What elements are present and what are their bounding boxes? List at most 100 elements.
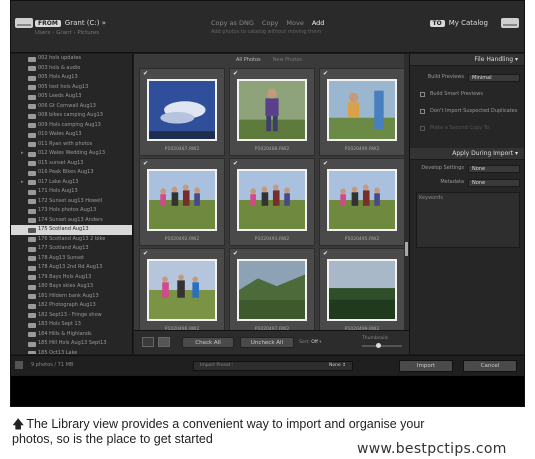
folder-item[interactable]: 005 Hols Aug13: [11, 73, 132, 83]
panel-toggle-icon[interactable]: [15, 361, 23, 369]
folder-item[interactable]: 179 Bays Hols Aug13: [11, 273, 132, 283]
import-button[interactable]: Import: [399, 360, 453, 372]
photo-thumbnail[interactable]: ✔P1020497.RW2: [229, 248, 315, 336]
folder-item[interactable]: 006 Gt Cornwall Aug13: [11, 102, 132, 112]
file-handling-header[interactable]: File Handling ▾: [410, 54, 524, 66]
folder-item[interactable]: 184 Hills & Highlands: [11, 330, 132, 340]
photo-thumbnail[interactable]: ✔P1020496.RW2: [139, 248, 225, 336]
no-duplicates-checkbox[interactable]: Don't Import Suspected Duplicates: [410, 106, 524, 117]
tab-all-photos[interactable]: All Photos: [236, 57, 261, 63]
folder-item[interactable]: 183 Hols Sept 13: [11, 320, 132, 330]
folder-icon: [28, 85, 36, 90]
checkmark-icon[interactable]: ✔: [233, 70, 238, 77]
folder-item[interactable]: 010 Wales Aug13: [11, 130, 132, 140]
second-copy-checkbox[interactable]: Make a Second Copy To:: [410, 123, 524, 134]
uncheck-all-button[interactable]: Uncheck All: [240, 337, 294, 348]
folder-item[interactable]: 011 Ryan with photos: [11, 140, 132, 150]
folder-item[interactable]: 005 test hols Aug13: [11, 83, 132, 93]
metadata-select[interactable]: None: [468, 178, 520, 187]
folder-item[interactable]: 176 Scotland Aug13 2 bike: [11, 235, 132, 245]
destination-selector[interactable]: TO My Catalog: [429, 19, 488, 27]
photo-thumbnail[interactable]: ✔ P1020490.RW2: [319, 68, 405, 156]
checkmark-icon[interactable]: ✔: [323, 160, 328, 167]
sort-control[interactable]: Sort: Off ▾: [299, 340, 322, 345]
lightroom-import-window: FROM Grant (C:) » Users › Grant › Picture…: [10, 0, 525, 407]
folder-item[interactable]: 178 Aug13 2nd Rd Aug13: [11, 263, 132, 273]
folder-item[interactable]: 181 Hildern bank Aug13: [11, 292, 132, 302]
thumbnail-slider-knob[interactable]: [376, 343, 381, 348]
folder-item[interactable]: 173 Hols photos Aug13: [11, 206, 132, 216]
smart-previews-checkbox[interactable]: Build Smart Previews: [410, 89, 524, 100]
import-preset-select[interactable]: Import Preset : None ↕: [193, 361, 353, 371]
photo-thumbnail[interactable]: ✔ P1020488.RW2: [229, 68, 315, 156]
checkmark-icon[interactable]: ✔: [143, 70, 148, 77]
folder-label: 178 Aug13 Sunset: [38, 254, 85, 261]
folder-item[interactable]: 008 bikes camping Aug13: [11, 111, 132, 121]
photo-preview: [327, 259, 397, 321]
folder-icon: [28, 237, 36, 242]
folder-item[interactable]: 002 hols updates: [11, 54, 132, 64]
folder-item[interactable]: 003 hols & audio: [11, 64, 132, 74]
photo-thumbnail[interactable]: ✔ P1020493.RW2: [229, 158, 315, 246]
folder-icon: [28, 75, 36, 81]
mode-move[interactable]: Move: [286, 19, 303, 27]
folder-item[interactable]: 182 Photograph Aug13: [11, 301, 132, 311]
folder-item[interactable]: ▸ 017 Lake Aug13: [11, 178, 132, 188]
photo-preview: [237, 169, 307, 231]
mode-add[interactable]: Add: [312, 19, 325, 27]
folder-item[interactable]: 015 sunset Aug13: [11, 159, 132, 169]
checkmark-icon[interactable]: ✔: [233, 160, 238, 167]
source-selector[interactable]: FROM Grant (C:) »: [35, 19, 106, 27]
folder-icon: [28, 256, 36, 261]
photo-thumbnail[interactable]: ✔ P1020495.RW2: [319, 158, 405, 246]
loupe-view-icon[interactable]: [158, 337, 170, 347]
mode-copy[interactable]: Copy: [262, 19, 279, 27]
apply-during-import-header[interactable]: Apply During Import ▾: [410, 148, 524, 160]
metadata-label: Metadata: [440, 179, 464, 185]
checkmark-icon[interactable]: ✔: [233, 250, 238, 257]
folder-icon: [28, 180, 36, 185]
folder-label: 008 bikes camping Aug13: [38, 112, 103, 118]
folder-item[interactable]: 005 Leeds Aug13: [11, 92, 132, 102]
photo-filename: P1020488.RW2: [254, 147, 290, 152]
checkmark-icon[interactable]: ✔: [323, 70, 328, 77]
photo-thumbnail[interactable]: ✔ P1020492.RW2: [139, 158, 225, 246]
folder-label: 012 Wales Wedding Aug13: [38, 150, 106, 156]
build-previews-select[interactable]: Minimal: [468, 73, 520, 82]
grid-view-icon[interactable]: [142, 337, 154, 347]
checkmark-icon[interactable]: ✔: [143, 160, 148, 167]
folder-label: 015 sunset Aug13: [38, 159, 84, 166]
photo-thumbnail[interactable]: ✔ P1020487.RW2: [139, 68, 225, 156]
folder-item[interactable]: 182 Sept13 - Fringe show: [11, 311, 132, 321]
caption-line-1: The Library view provides a convenient w…: [26, 417, 425, 431]
folder-item[interactable]: 171 Hols Aug13: [11, 187, 132, 197]
expand-arrow-icon[interactable]: ▸: [21, 149, 24, 159]
checkmark-icon[interactable]: ✔: [323, 250, 328, 257]
thumbnail-size-slider[interactable]: [362, 345, 402, 347]
mode-copy-dng[interactable]: Copy as DNG: [211, 19, 254, 27]
folder-item[interactable]: 185 Hill Hols Aug13 Sept13: [11, 339, 132, 349]
folder-item[interactable]: 172 Sunset aug13 Howell: [11, 197, 132, 207]
keywords-field[interactable]: Keywords: [416, 192, 520, 248]
scrollbar-thumb[interactable]: [405, 242, 408, 256]
source-folder-panel[interactable]: 002 hols updates 003 hols & audio 005 Hols…: [11, 54, 133, 354]
folder-item[interactable]: 016 Peak Bikes Aug13: [11, 168, 132, 178]
cancel-button[interactable]: Cancel: [463, 360, 517, 372]
folder-item[interactable]: 180 Bays skies Aug13: [11, 282, 132, 292]
folder-item[interactable]: 178 Aug13 Sunset: [11, 254, 132, 264]
tab-new-photos[interactable]: New Photos: [273, 57, 302, 63]
source-name: Grant (C:) »: [64, 19, 107, 27]
folder-item[interactable]: 174 Sunset aug13 Anders: [11, 216, 132, 226]
folder-item[interactable]: ▸ 012 Wales Wedding Aug13: [11, 149, 132, 159]
check-all-button[interactable]: Check All: [182, 337, 234, 348]
folder-item[interactable]: 009 Hols camping Aug13: [11, 121, 132, 131]
checkmark-icon[interactable]: ✔: [143, 250, 148, 257]
folder-item[interactable]: 177 Scotland Aug13: [11, 244, 132, 254]
develop-settings-select[interactable]: None: [468, 164, 520, 173]
folder-item[interactable]: 175 Scotland Aug13: [11, 225, 132, 235]
folder-label: 017 Lake Aug13: [38, 178, 79, 185]
folder-item[interactable]: 185 Oct13 Lake: [11, 349, 132, 354]
photo-thumbnail[interactable]: ✔P1020499.RW2: [319, 248, 405, 336]
expand-arrow-icon[interactable]: ▸: [21, 178, 24, 188]
import-preset-label: Import Preset :: [200, 363, 234, 368]
